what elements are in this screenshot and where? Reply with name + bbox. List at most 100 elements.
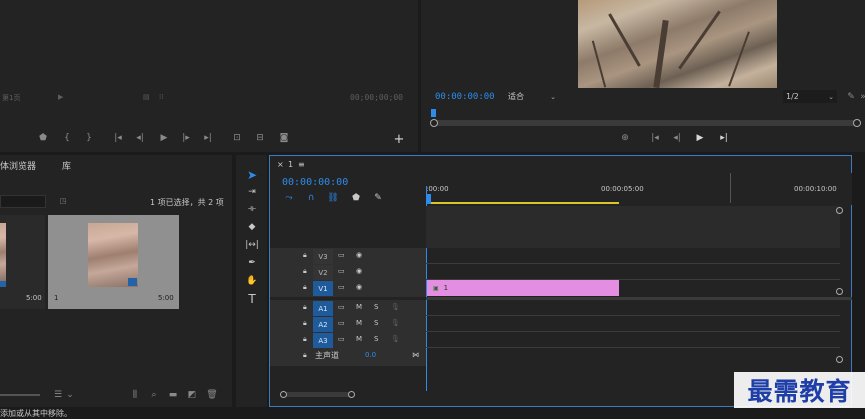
add-marker-button[interactable]: ⬟	[38, 133, 48, 143]
resolution-dropdown[interactable]: 1/2 ⌄	[783, 90, 837, 103]
track-target-a1[interactable]: A1	[313, 301, 333, 316]
linked-selection-button[interactable]: ⛓	[327, 193, 338, 203]
type-tool[interactable]: T	[245, 292, 259, 306]
find-button[interactable]: ⌕	[149, 390, 159, 400]
prg-goto-in-button[interactable]: |◂	[649, 133, 661, 143]
selection-tool[interactable]: ➤	[245, 168, 259, 182]
microphone-icon[interactable]: 🎙︎	[391, 319, 400, 327]
go-to-end-icon[interactable]: ⋈	[412, 351, 419, 359]
menu-icon[interactable]: ≡	[298, 160, 305, 169]
search-input[interactable]	[0, 195, 46, 208]
sync-icon[interactable]: ▭	[338, 319, 345, 327]
goto-in-button[interactable]: |◂	[112, 133, 124, 143]
lock-icon[interactable]: 🔒︎	[303, 351, 307, 360]
project-item[interactable]: 5:00	[0, 215, 45, 309]
horizontal-zoom-bar[interactable]	[282, 392, 352, 397]
solo-button[interactable]: S	[374, 335, 378, 343]
mute-button[interactable]: M	[356, 319, 362, 327]
lift-button[interactable]: ⊕	[618, 133, 632, 143]
program-scrub-bar[interactable]	[431, 120, 861, 126]
project-item-selected[interactable]: 1 5:00	[48, 215, 179, 309]
export-frame-button[interactable]: ◙	[278, 133, 290, 143]
snap-button[interactable]: ∩	[306, 193, 316, 203]
zoom-left-handle[interactable]	[430, 119, 438, 127]
track-target-v1[interactable]: V1	[313, 281, 333, 296]
lock-icon[interactable]: 🔒︎	[303, 319, 307, 328]
play-button[interactable]: ▶	[158, 132, 170, 144]
new-item-button[interactable]: ◩	[187, 390, 197, 400]
fit-dropdown[interactable]: 适合 ⌄	[505, 90, 559, 103]
nest-toggle-button[interactable]: ⤳	[284, 193, 294, 203]
step-forward-button[interactable]: |▸	[180, 133, 192, 143]
playhead-handle[interactable]	[431, 109, 436, 117]
lock-icon[interactable]: 🔒︎	[303, 303, 307, 312]
solo-button[interactable]: S	[374, 303, 378, 311]
hand-tool[interactable]: ✋	[245, 275, 259, 287]
solo-button[interactable]: S	[374, 319, 378, 327]
tab-media-browser[interactable]: 体浏览器	[0, 159, 36, 172]
microphone-icon[interactable]: 🎙︎	[391, 335, 400, 343]
overflow-button[interactable]: »	[859, 91, 865, 103]
audio-tracks: 🔒︎ A1 ▭ M S 🎙︎ 🔒︎ A2 ▭ M S 🎙︎ 🔒︎ A3 ▭ M …	[270, 300, 852, 348]
settings-button[interactable]: ✎	[845, 91, 857, 103]
sort-dropdown[interactable]: ⌄	[66, 390, 74, 400]
razor-tool[interactable]: ◆	[245, 221, 259, 233]
microphone-icon[interactable]: 🎙︎	[391, 303, 400, 311]
slip-tool[interactable]: |↔|	[245, 239, 259, 251]
zoom-left-handle[interactable]	[280, 391, 287, 398]
button-editor-button[interactable]: +	[393, 133, 405, 146]
prg-goto-out-button[interactable]: ▸|	[718, 133, 730, 143]
pen-tool[interactable]: ✒	[245, 257, 259, 269]
overwrite-button[interactable]: ⊟	[253, 133, 267, 143]
lock-icon[interactable]: 🔒︎	[303, 283, 307, 292]
sync-icon[interactable]: ▭	[338, 335, 345, 343]
lock-icon[interactable]: 🔒︎	[303, 251, 307, 260]
prg-step-back-button[interactable]: ◂|	[671, 133, 683, 143]
zoom-right-handle[interactable]	[348, 391, 355, 398]
vertical-scroll-top-handle[interactable]	[836, 207, 843, 214]
eye-icon[interactable]: ◉	[356, 283, 362, 291]
zoom-right-handle[interactable]	[853, 119, 861, 127]
time-ruler[interactable]: :00:00 00:00:05:00 00:00:10:00	[426, 173, 852, 205]
close-tab-icon[interactable]: ×	[277, 160, 284, 169]
lock-icon[interactable]: 🔒︎	[303, 335, 307, 344]
video-clip[interactable]: ▣ 1	[427, 280, 619, 296]
sync-icon[interactable]: ▭	[338, 303, 345, 311]
track-target-a3[interactable]: A3	[313, 333, 333, 348]
zoom-slider[interactable]	[0, 394, 40, 396]
sync-icon[interactable]: ▭	[338, 251, 345, 259]
automate-button[interactable]: ⫼	[130, 390, 140, 400]
sync-icon[interactable]: ▭	[338, 283, 345, 291]
insert-button[interactable]: ⊡	[230, 133, 244, 143]
mute-button[interactable]: M	[356, 303, 362, 311]
eye-icon[interactable]: ◉	[356, 267, 362, 275]
mark-in-button[interactable]: {	[62, 133, 72, 143]
track-target-v3[interactable]: V3	[313, 249, 333, 264]
selection-status: 1 项已选择，共 2 项	[150, 198, 224, 207]
track-select-tool[interactable]: ⇥	[245, 186, 259, 198]
step-back-button[interactable]: ◂|	[134, 133, 146, 143]
sync-icon[interactable]: ▭	[338, 267, 345, 275]
new-search-bin-button[interactable]: ◳	[57, 196, 69, 206]
new-bin-button[interactable]: ▬	[168, 390, 178, 400]
mute-button[interactable]: M	[356, 335, 362, 343]
track-target-a2[interactable]: A2	[313, 317, 333, 332]
goto-out-button[interactable]: ▸|	[202, 133, 214, 143]
master-volume-value[interactable]: 0.0	[365, 351, 376, 359]
sort-button[interactable]: ☰	[52, 390, 64, 400]
prg-play-button[interactable]: ▶	[694, 133, 706, 143]
ripple-edit-tool[interactable]: ⟛	[245, 203, 259, 215]
audio-scroll-handle[interactable]	[836, 356, 843, 363]
work-area-bar[interactable]	[426, 202, 619, 204]
sequence-tab[interactable]: 1	[288, 160, 293, 169]
mark-out-button[interactable]: }	[84, 133, 94, 143]
clear-button[interactable]: 🗑	[206, 390, 217, 400]
vertical-scroll-bottom-handle[interactable]	[836, 288, 843, 295]
add-marker-button[interactable]: ⬟	[351, 193, 361, 203]
timeline-timecode[interactable]: 00:00:00:00	[282, 177, 348, 188]
track-target-v2[interactable]: V2	[313, 265, 333, 280]
timeline-settings-button[interactable]: ✎	[373, 193, 383, 203]
eye-icon[interactable]: ◉	[356, 251, 362, 259]
tab-libraries[interactable]: 库	[62, 159, 71, 172]
lock-icon[interactable]: 🔒︎	[303, 267, 307, 276]
